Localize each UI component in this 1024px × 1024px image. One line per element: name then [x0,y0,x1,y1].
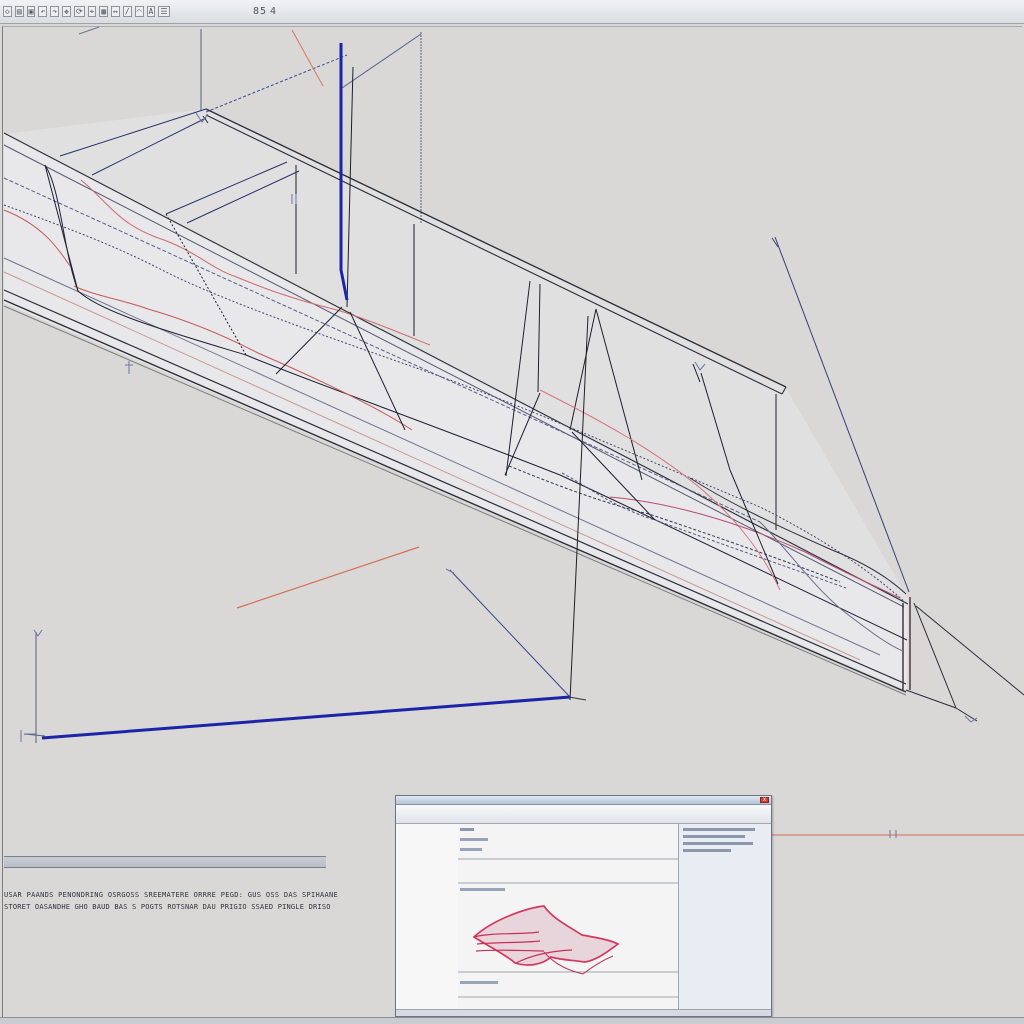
command-scroll-ruler[interactable] [4,856,326,868]
end-plate [905,689,957,709]
point-marker[interactable] [889,830,897,838]
upper-edge [3,132,909,605]
point-marker[interactable] [445,568,455,574]
property-row [683,849,731,852]
end-plate [913,602,957,709]
property-row [683,842,753,845]
preview-drawing [458,828,678,998]
tree-row [460,828,474,831]
construction-line [78,26,100,35]
construction-line [205,54,348,113]
preview-shape [472,905,620,966]
status-bar [0,1017,1024,1024]
tree-row [460,838,488,841]
preview-toolbar [396,805,771,824]
command-output-line-1: USAR PAANDS PENONDRING OSRGOSS SREEMATER… [4,891,339,899]
preview-status-bar [396,1009,771,1016]
construction-line [449,569,571,698]
end-plate [955,707,978,722]
preview-properties-panel[interactable] [679,824,771,1016]
preview-window[interactable]: x [395,795,772,1017]
point-marker[interactable] [125,361,133,374]
end-plate [915,605,1024,696]
construction-line [341,33,422,89]
preview-tree-panel[interactable] [396,824,459,1016]
reference-line [291,29,324,87]
properties-list [683,828,755,852]
upper-edge [3,144,905,608]
close-button[interactable]: x [760,797,769,803]
cad-application: { "toolbar": { "zoom_text": "85", "view_… [0,0,1024,1024]
construction-line [568,696,587,701]
point-marker[interactable] [20,730,36,742]
command-output-line-2: STORET OASANDHE GHO BAUD BAS S POGTS ROT… [4,903,331,911]
preview-canvas[interactable] [458,824,679,1016]
property-row [683,835,745,838]
reference-line [236,546,420,609]
command-history: USAR PAANDS PENONDRING OSRGOSS SREEMATER… [4,856,394,922]
preview-title-bar[interactable]: x [396,796,771,805]
tree-row [460,848,482,851]
selected-base-line[interactable] [41,695,571,740]
point-marker[interactable] [33,629,43,637]
property-row [683,828,755,831]
tree-row [460,981,498,984]
tree-row [460,888,505,891]
